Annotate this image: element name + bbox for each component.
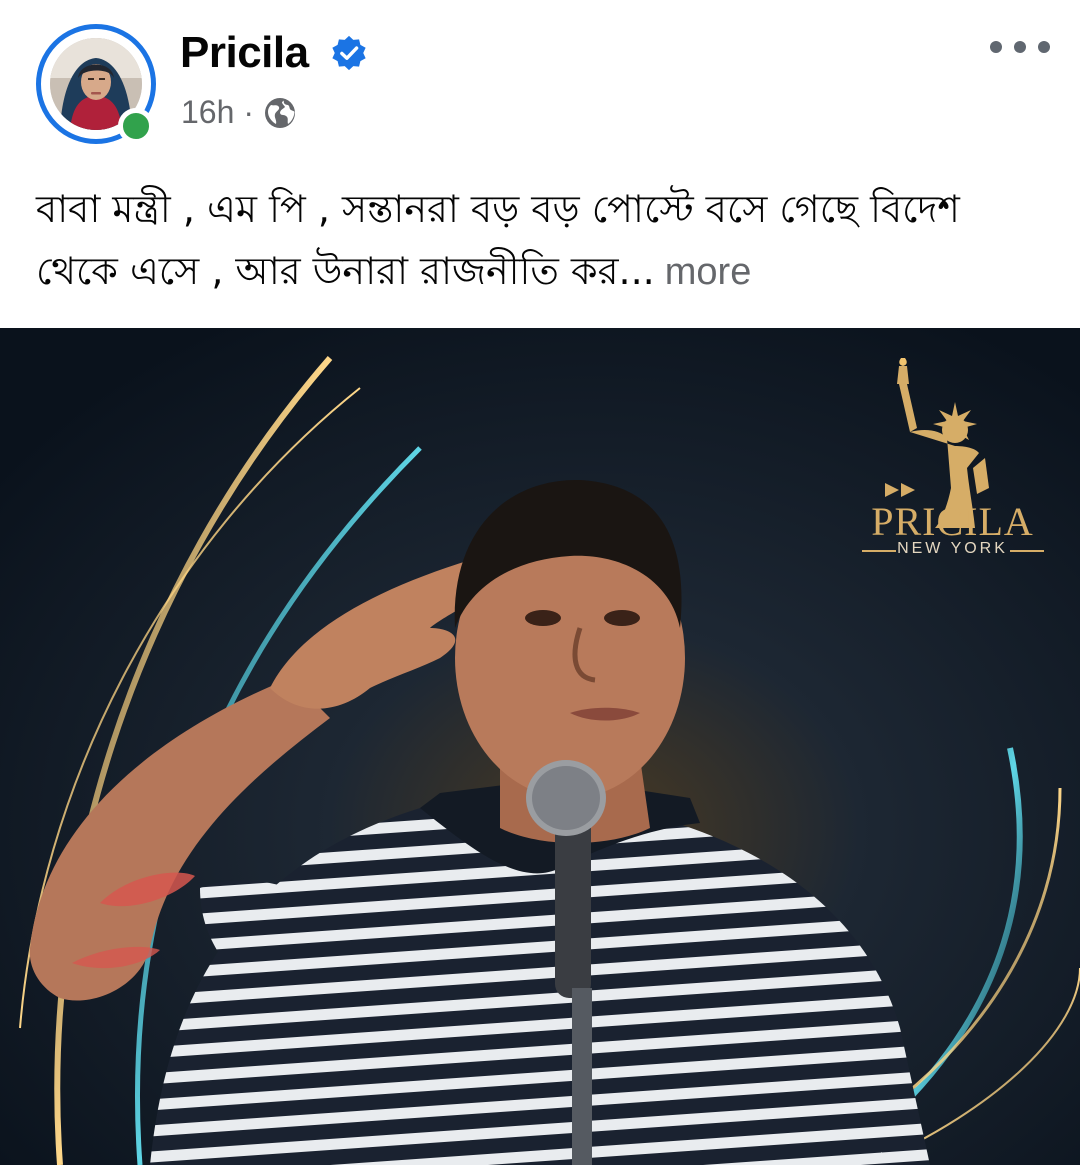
caption-text: বাবা মন্ত্রী , এম পি , সন্তানরা বড় বড় … bbox=[36, 187, 960, 293]
post-header: Pricila 16h · bbox=[0, 0, 1080, 150]
post-image[interactable]: PRICILA NEW YORK bbox=[0, 328, 1080, 1165]
post-caption: বাবা মন্ত্রী , এম পি , সন্তানরা বড় বড় … bbox=[36, 178, 1046, 303]
meta-separator: · bbox=[243, 94, 255, 130]
post-meta: 16h · bbox=[181, 94, 297, 131]
more-options-icon[interactable] bbox=[990, 32, 1050, 62]
brand-divider-right bbox=[1010, 550, 1044, 552]
see-more-link[interactable]: more bbox=[665, 251, 752, 293]
globe-icon[interactable] bbox=[263, 96, 297, 130]
brand-name: PRICILA bbox=[871, 499, 1034, 544]
online-status-dot bbox=[118, 108, 154, 144]
verified-badge-icon bbox=[332, 35, 366, 71]
brand-subtitle: NEW YORK bbox=[897, 540, 1008, 557]
author-name[interactable]: Pricila bbox=[180, 28, 309, 78]
post-time[interactable]: 16h bbox=[181, 94, 234, 131]
